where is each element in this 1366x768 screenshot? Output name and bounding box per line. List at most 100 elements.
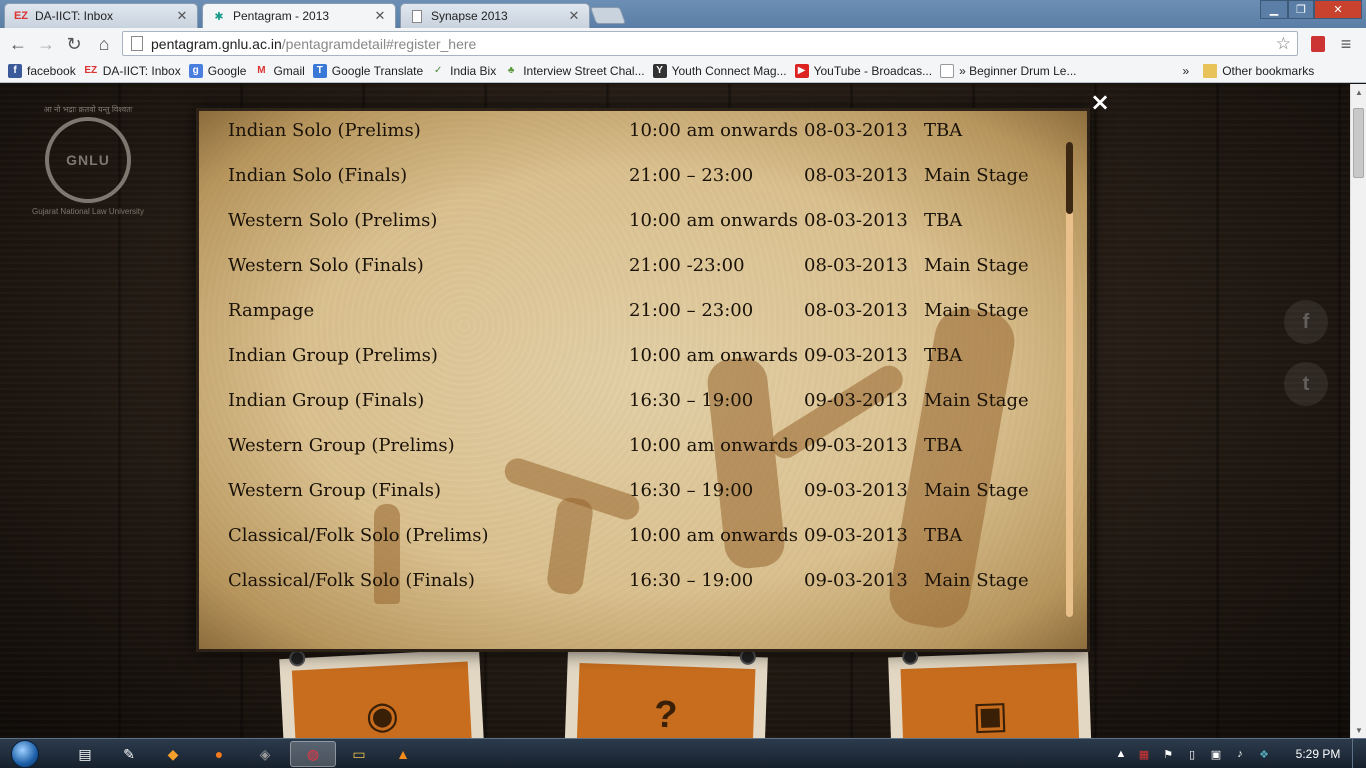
address-bar[interactable]: pentagram.gnlu.ac.in/pentagramdetail#reg… bbox=[122, 31, 1298, 56]
table-row: Western Solo (Prelims) 10:00 am onwards … bbox=[228, 210, 1048, 255]
maximize-button[interactable]: ❐ bbox=[1288, 0, 1314, 19]
bookmark-india-bix[interactable]: ✓ India Bix bbox=[431, 64, 496, 78]
reload-button[interactable]: ↻ bbox=[62, 32, 86, 56]
bookmark-da-iict-inbox[interactable]: EZ DA-IICT: Inbox bbox=[84, 63, 181, 78]
extension-icon[interactable] bbox=[1306, 32, 1330, 56]
firefox-icon[interactable]: ● bbox=[196, 741, 242, 767]
folder-icon[interactable]: ▭ bbox=[336, 741, 382, 767]
safely-remove-icon[interactable]: ▯ bbox=[1182, 739, 1202, 768]
event-date: 09-03-2013 bbox=[804, 525, 908, 546]
gnlu-logo[interactable]: आ नो भद्राः क्रतवो यन्तु विश्वतः GNLU Gu… bbox=[28, 104, 148, 216]
polaroid-card[interactable]: ? bbox=[564, 648, 768, 738]
bookmark-google-translate[interactable]: T Google Translate bbox=[312, 63, 423, 78]
page-icon bbox=[131, 36, 143, 51]
browser-toolbar: ← → ↻ ⌂ pentagram.gnlu.ac.in/pentagramde… bbox=[0, 28, 1366, 59]
wrench-menu-icon[interactable]: ≡ bbox=[1334, 32, 1358, 56]
zimbra-favicon-icon: EZ bbox=[13, 10, 29, 22]
back-button[interactable]: ← bbox=[6, 32, 30, 56]
modal-scrollbar-thumb[interactable] bbox=[1066, 142, 1073, 214]
vlc-icon[interactable]: ▲ bbox=[380, 741, 426, 767]
table-row: Rampage 21:00 – 23:00 08-03-2013 Main St… bbox=[228, 300, 1048, 345]
event-date: 09-03-2013 bbox=[804, 435, 908, 456]
logo-motto: आ नो भद्राः क्रतवो यन्तु विश्वतः bbox=[43, 105, 133, 114]
polaroid-card[interactable]: ▣ bbox=[888, 648, 1092, 738]
scroll-down-icon[interactable]: ▼ bbox=[1351, 722, 1366, 738]
event-date: 08-03-2013 bbox=[804, 255, 908, 276]
event-venue: Main Stage bbox=[924, 390, 1029, 411]
bookmark-label: DA-IICT: Inbox bbox=[102, 63, 181, 78]
bookmark-gmail[interactable]: M Gmail bbox=[254, 64, 305, 78]
minimize-button[interactable]: ▁ bbox=[1260, 0, 1288, 19]
page-background: आ नो भद्राः क्रतवो यन्तु विश्वतः GNLU Gu… bbox=[0, 84, 1350, 738]
bookmark-label: Google bbox=[207, 63, 247, 78]
notepad-app-icon[interactable]: ✎ bbox=[106, 741, 152, 767]
event-time: 10:00 am onwards bbox=[629, 345, 799, 366]
tab-close-icon[interactable]: ✕ bbox=[175, 8, 189, 24]
tab-close-icon[interactable]: ✕ bbox=[567, 8, 581, 24]
event-time: 21:00 – 23:00 bbox=[629, 300, 754, 321]
folder-icon bbox=[1203, 63, 1218, 78]
network-icon[interactable]: ▣ bbox=[1206, 739, 1226, 768]
event-date: 08-03-2013 bbox=[804, 210, 908, 231]
event-name: Classical/Folk Solo (Finals) bbox=[228, 570, 475, 591]
film-reel-icon: ◉ bbox=[291, 661, 473, 738]
explorer-libraries-icon[interactable]: ▤ bbox=[62, 741, 108, 767]
twitter-icon[interactable]: t bbox=[1284, 362, 1328, 406]
event-venue: TBA bbox=[924, 435, 963, 456]
modal-scrollbar[interactable] bbox=[1066, 142, 1073, 617]
table-row: Classical/Folk Solo (Finals) 16:30 – 19:… bbox=[228, 570, 1048, 615]
tab-close-icon[interactable]: ✕ bbox=[373, 8, 387, 24]
close-modal-button[interactable]: × bbox=[1088, 88, 1112, 116]
tab-pentagram[interactable]: ✱ Pentagram - 2013 ✕ bbox=[202, 3, 396, 28]
other-bookmarks[interactable]: Other bookmarks bbox=[1203, 63, 1314, 78]
gnlu-seal-icon: GNLU bbox=[45, 117, 131, 203]
table-row: Classical/Folk Solo (Prelims) 10:00 am o… bbox=[228, 525, 1048, 570]
bookmark-interview-street[interactable]: ♣ Interview Street Chal... bbox=[504, 64, 645, 78]
bookmark-youth-connect[interactable]: Y Youth Connect Mag... bbox=[652, 63, 787, 78]
camera-icon: ▣ bbox=[900, 662, 1080, 738]
pentagram-favicon-icon: ✱ bbox=[214, 10, 224, 23]
forward-button[interactable]: → bbox=[34, 32, 58, 56]
bookmark-label: » Beginner Drum Le... bbox=[959, 63, 1077, 78]
bookmark-facebook[interactable]: f facebook bbox=[8, 63, 76, 78]
media-app-icon[interactable]: ◆ bbox=[150, 741, 196, 767]
bookmark-google[interactable]: g Google bbox=[188, 63, 247, 78]
table-row: Indian Solo (Prelims) 10:00 am onwards 0… bbox=[228, 120, 1048, 165]
event-venue: TBA bbox=[924, 120, 963, 141]
bookmark-label: facebook bbox=[27, 63, 76, 78]
bookmark-label: India Bix bbox=[450, 63, 497, 78]
chrome-icon[interactable]: ◍ bbox=[290, 741, 336, 767]
dropbox-icon[interactable]: ❖ bbox=[1254, 739, 1274, 768]
tab-strip: EZ DA-IICT: Inbox ✕ ✱ Pentagram - 2013 ✕… bbox=[0, 0, 1366, 28]
show-desktop-button[interactable] bbox=[1352, 739, 1366, 768]
event-date: 08-03-2013 bbox=[804, 300, 908, 321]
action-center-flag-icon[interactable]: ⚑ bbox=[1158, 739, 1178, 768]
page-scrollbar-thumb[interactable] bbox=[1353, 108, 1364, 178]
google-icon: g bbox=[188, 63, 203, 78]
tab-synapse[interactable]: Synapse 2013 ✕ bbox=[400, 3, 590, 28]
show-hidden-icons-icon[interactable]: ▲ bbox=[1112, 739, 1130, 768]
close-window-button[interactable]: ✕ bbox=[1314, 0, 1362, 19]
app-icon[interactable]: ◈ bbox=[242, 741, 288, 767]
polaroid-card[interactable]: ◉ bbox=[279, 648, 485, 738]
bookmark-youtube[interactable]: ▶ YouTube - Broadcas... bbox=[794, 63, 932, 78]
taskbar: ▤ ✎ ◆ ● ◈ ◍ ▭ ▲ ▲ ▦ ⚑ ▯ ▣ ♪ ❖ 5:29 PM bbox=[0, 738, 1366, 768]
start-button[interactable] bbox=[4, 739, 46, 768]
gmail-icon: M bbox=[257, 65, 266, 76]
tray-app-icon[interactable]: ▦ bbox=[1134, 739, 1154, 768]
taskbar-clock[interactable]: 5:29 PM bbox=[1290, 739, 1346, 768]
new-tab-button[interactable] bbox=[589, 7, 627, 24]
home-icon[interactable]: ⌂ bbox=[92, 32, 116, 56]
table-row: Western Group (Prelims) 10:00 am onwards… bbox=[228, 435, 1048, 480]
page-scrollbar[interactable]: ▲ ▼ bbox=[1350, 84, 1366, 738]
bookmarks-overflow-button[interactable]: » bbox=[1183, 64, 1190, 78]
tab-da-iict-inbox[interactable]: EZ DA-IICT: Inbox ✕ bbox=[4, 3, 198, 28]
facebook-icon[interactable]: f bbox=[1284, 300, 1328, 344]
event-time: 16:30 – 19:00 bbox=[629, 570, 754, 591]
bookmark-star-icon[interactable]: ☆ bbox=[1276, 34, 1291, 54]
page-icon bbox=[940, 63, 955, 78]
tab-title: Pentagram - 2013 bbox=[233, 9, 330, 23]
volume-icon[interactable]: ♪ bbox=[1230, 739, 1250, 768]
scroll-up-icon[interactable]: ▲ bbox=[1351, 84, 1366, 100]
bookmark-beginner-drum[interactable]: » Beginner Drum Le... bbox=[940, 63, 1077, 78]
